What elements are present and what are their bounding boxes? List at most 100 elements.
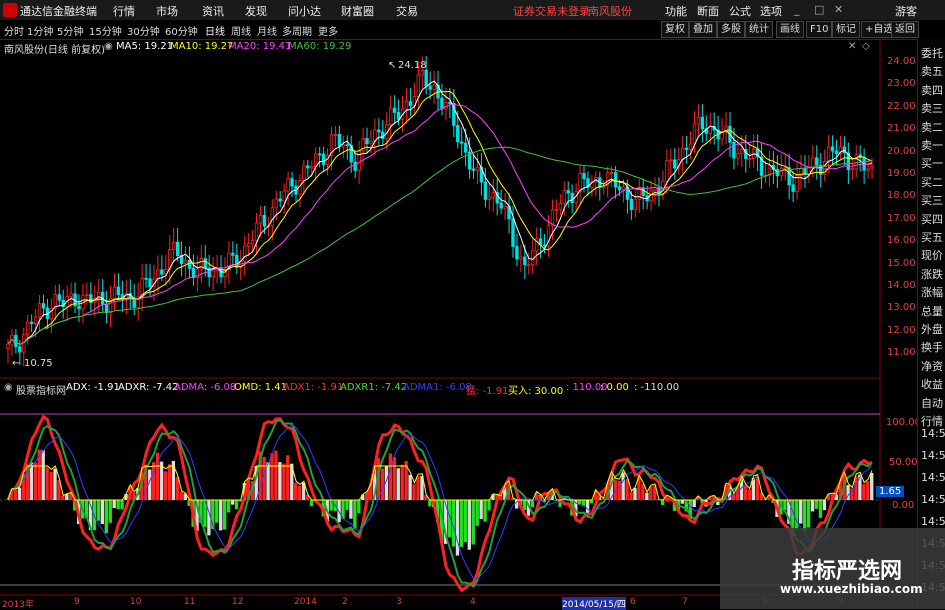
indicator-bar bbox=[266, 462, 269, 500]
sidebar-item-17[interactable]: 净资 bbox=[921, 358, 943, 374]
candle-body bbox=[105, 304, 108, 313]
sidebar-item-13[interactable]: 涨幅 bbox=[921, 284, 943, 300]
time-tick: 2013年 bbox=[2, 597, 34, 610]
sidebar-item-7[interactable]: 买二 bbox=[921, 174, 943, 190]
candle-body bbox=[149, 279, 152, 287]
ind-axis-50: 50.00 bbox=[889, 457, 918, 468]
sidebar-item-16[interactable]: 换手 bbox=[921, 339, 943, 355]
candle-body bbox=[634, 199, 637, 209]
candle-body bbox=[263, 215, 266, 226]
candle-body bbox=[784, 168, 787, 169]
price-tick: 14.00 bbox=[887, 280, 916, 291]
candle-body bbox=[303, 166, 306, 181]
candle-body bbox=[780, 168, 783, 176]
sidebar-item-2[interactable]: 卖四 bbox=[921, 82, 943, 98]
candle-body bbox=[618, 187, 621, 190]
sidebar-item-0[interactable]: 委托 bbox=[921, 45, 943, 61]
indicator-bar bbox=[45, 467, 48, 500]
indicator-bar bbox=[823, 500, 826, 510]
watermark: 指标严选网 www.xuezhibiao.com bbox=[720, 528, 945, 609]
candle-body bbox=[86, 295, 89, 296]
candle-body bbox=[192, 268, 195, 277]
indicator-bar bbox=[278, 462, 281, 500]
candle-body bbox=[232, 253, 235, 255]
sidebar-item-9[interactable]: 买四 bbox=[921, 211, 943, 227]
candle-body bbox=[157, 270, 160, 279]
candle-body bbox=[113, 287, 116, 299]
indicator-bar bbox=[815, 500, 818, 509]
candle-body bbox=[484, 182, 487, 199]
candle-body bbox=[318, 154, 321, 155]
indicator-bar bbox=[207, 500, 210, 535]
time-tick: 6 bbox=[630, 597, 636, 607]
indicator-bar bbox=[416, 476, 419, 500]
indicator-bar bbox=[811, 500, 814, 511]
indicator-bar bbox=[629, 492, 632, 500]
indicator-bar bbox=[53, 469, 56, 500]
candle-body bbox=[275, 199, 278, 208]
indicator-bar bbox=[310, 500, 313, 506]
sidebar-item-18[interactable]: 收益 bbox=[921, 376, 943, 392]
candle-body bbox=[559, 203, 562, 209]
indicator-bar bbox=[109, 500, 112, 523]
candle-body bbox=[673, 160, 676, 168]
candle-body bbox=[464, 143, 467, 152]
candle-body bbox=[460, 142, 463, 143]
indicator-bar bbox=[14, 490, 17, 500]
indicator-bar bbox=[61, 496, 64, 500]
sidebar-item-1[interactable]: 卖五 bbox=[921, 63, 943, 79]
sidebar-item-15[interactable]: 外盘 bbox=[921, 321, 943, 337]
candle-body bbox=[685, 148, 688, 149]
candle-body bbox=[334, 134, 337, 135]
indicator-bar bbox=[345, 500, 348, 510]
adma-label: ADMA: -6.08 bbox=[174, 382, 236, 393]
candle-body bbox=[310, 167, 313, 168]
indicator-bar bbox=[231, 500, 234, 505]
candle-body bbox=[188, 260, 191, 268]
candle-body bbox=[543, 245, 546, 246]
indicator-bar bbox=[428, 500, 431, 506]
candle-body bbox=[26, 322, 29, 335]
indicator-bar bbox=[807, 500, 810, 528]
candle-body bbox=[622, 187, 625, 190]
price-tick: 23.00 bbox=[887, 78, 916, 89]
candle-body bbox=[287, 179, 290, 191]
indicator-bar bbox=[819, 500, 822, 518]
sidebar-item-19[interactable]: 自动 bbox=[921, 395, 943, 411]
price-tick: 11.00 bbox=[887, 347, 916, 358]
sidebar-item-6[interactable]: 买一 bbox=[921, 155, 943, 171]
sidebar-item-12[interactable]: 涨跌 bbox=[921, 266, 943, 282]
indicator-settings-icon[interactable]: ◉ bbox=[4, 382, 13, 393]
sidebar-item-5[interactable]: 卖一 bbox=[921, 137, 943, 153]
indicator-bar bbox=[160, 462, 163, 500]
candle-body bbox=[397, 112, 400, 119]
sidebar-item-3[interactable]: 卖三 bbox=[921, 100, 943, 116]
sidebar-item-11[interactable]: 现价 bbox=[921, 247, 943, 263]
indicator-bar bbox=[464, 500, 467, 542]
indicator-bar bbox=[393, 457, 396, 500]
candle-body bbox=[354, 162, 357, 170]
candle-body bbox=[243, 246, 246, 261]
candle-body bbox=[689, 144, 692, 149]
candle-body bbox=[409, 102, 412, 106]
sidebar-item-8[interactable]: 买三 bbox=[921, 192, 943, 208]
indicator-bar bbox=[101, 500, 104, 524]
sidebar-time-2: 14:50 bbox=[921, 471, 945, 484]
candle-body bbox=[563, 190, 566, 203]
watermark-url: www.xuezhibiao.com bbox=[780, 582, 923, 596]
time-tick: 7 bbox=[682, 597, 688, 607]
candle-body bbox=[421, 70, 424, 75]
sidebar-item-4[interactable]: 卖二 bbox=[921, 119, 943, 135]
candle-body bbox=[78, 306, 81, 309]
sidebar-item-10[interactable]: 买五 bbox=[921, 229, 943, 245]
adx-label: ADX: -1.91 bbox=[66, 382, 120, 393]
indicator-bar bbox=[113, 500, 116, 508]
indicator-bar bbox=[472, 500, 475, 545]
candle-body bbox=[291, 179, 294, 186]
indicator-bar bbox=[799, 500, 802, 524]
candle-body bbox=[58, 295, 61, 301]
kline-chart[interactable]: 24.18 10.75 ↖ ← bbox=[0, 0, 917, 609]
candle-body bbox=[476, 167, 479, 170]
indicator-bar bbox=[120, 500, 123, 509]
sidebar-item-14[interactable]: 总量 bbox=[921, 303, 943, 319]
